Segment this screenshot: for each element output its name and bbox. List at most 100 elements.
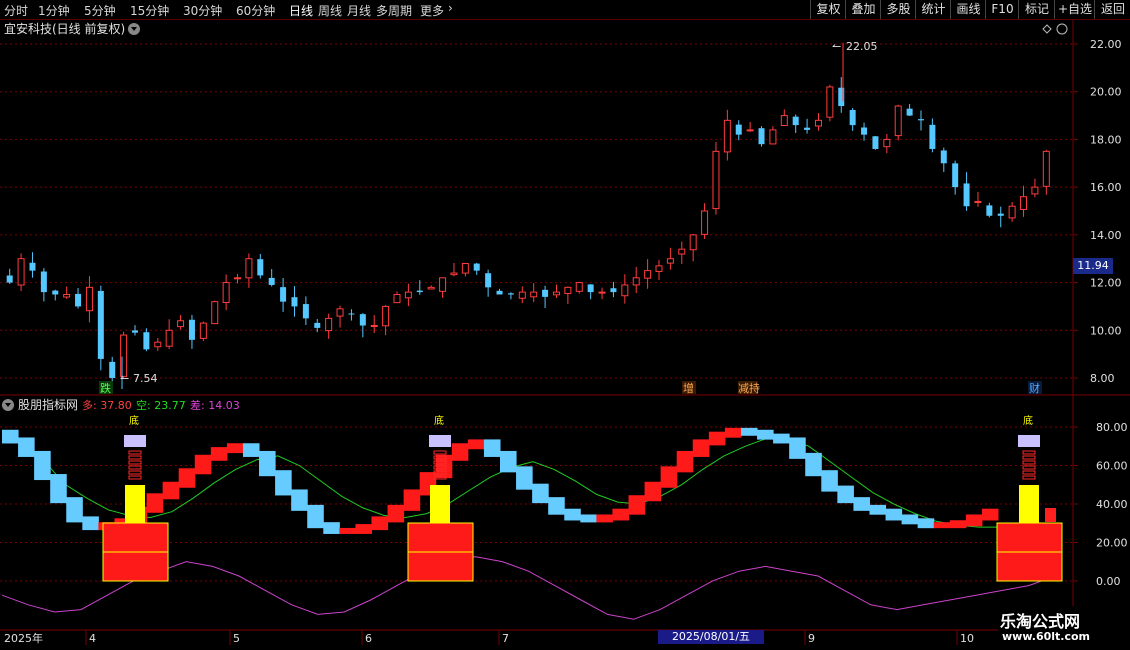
duo-step	[307, 504, 324, 529]
more-chevron-icon[interactable]: ›	[448, 1, 453, 15]
candle-body	[29, 262, 36, 271]
duo-step	[194, 454, 212, 475]
candle-body	[1042, 150, 1050, 187]
duo-step	[18, 437, 35, 457]
period-tab-60min[interactable]: 60分钟	[236, 2, 275, 19]
candle-body	[257, 259, 264, 276]
price-tick-label: 12.00	[1090, 277, 1122, 290]
candlestick-series	[6, 42, 1050, 389]
duo-step	[178, 468, 196, 488]
add-watchlist-button[interactable]: +自选	[1054, 0, 1095, 19]
period-tab-more[interactable]: 更多	[420, 2, 444, 19]
candle-body	[746, 129, 754, 132]
duo-step	[789, 437, 806, 459]
period-tab-weekly[interactable]: 周线	[318, 2, 342, 19]
event-marker-jianchi[interactable]: 减持	[738, 381, 760, 395]
candle-body	[199, 322, 207, 339]
signal-blocks: 底底底	[102, 414, 1063, 582]
signal-stack-tick	[128, 450, 142, 455]
duo-step	[628, 495, 646, 515]
duo-step	[564, 508, 581, 521]
candle-body	[952, 163, 959, 188]
candle-body	[814, 119, 822, 127]
signal-cap	[124, 435, 146, 447]
signal-label: 底	[129, 414, 139, 427]
title-dropdown-icon[interactable]	[128, 23, 140, 35]
duo-step	[532, 483, 549, 504]
event-marker-jianchi-label: 减持	[738, 381, 760, 395]
candle-body	[370, 325, 378, 328]
signal-label: 底	[434, 414, 444, 427]
indicator-dropdown-icon[interactable]	[2, 399, 14, 411]
back-button[interactable]: 返回	[1094, 0, 1130, 19]
draw-line-button[interactable]: 画线	[950, 0, 986, 19]
indicator-tick-label: 20.00	[1096, 537, 1128, 550]
candle-body	[473, 263, 480, 271]
kong-line	[1, 436, 1000, 528]
statistics-button[interactable]: 统计	[915, 0, 951, 19]
indicator-axis-labels: 80.00 60.00 40.00 20.00 0.00	[1073, 421, 1128, 588]
period-tab-multi[interactable]: 多周期	[376, 2, 412, 19]
candle-body	[348, 313, 355, 315]
period-tab-daily[interactable]: 日线	[289, 2, 313, 19]
candle-body	[280, 287, 287, 302]
event-marker-cai[interactable]: 财	[1028, 381, 1042, 395]
signal-stack-tick	[128, 455, 142, 460]
time-label-may: 5	[233, 632, 240, 645]
low-price-label: 7.54	[133, 372, 158, 385]
multi-stock-button[interactable]: 多股	[880, 0, 916, 19]
period-tab-5min[interactable]: 5分钟	[84, 2, 116, 19]
candle-body	[177, 320, 185, 328]
overlay-button[interactable]: 叠加	[845, 0, 881, 19]
duo-step	[259, 450, 276, 477]
candle-body	[416, 290, 423, 293]
high-price-label: 22.05	[846, 40, 878, 53]
candle-body	[302, 304, 309, 319]
duo-step	[451, 443, 469, 461]
candle-body	[165, 329, 173, 347]
candle-body	[689, 234, 697, 251]
panel-menu-icon[interactable]	[1056, 23, 1068, 35]
duo-step	[291, 489, 308, 511]
indicator-tick-label: 0.00	[1096, 575, 1121, 588]
candle-body	[461, 262, 469, 274]
candle-body	[826, 86, 834, 118]
period-tab-1min[interactable]: 1分钟	[38, 2, 70, 19]
period-tab-30min[interactable]: 30分钟	[183, 2, 222, 19]
period-tab-fenshi[interactable]: 分时	[4, 2, 28, 19]
period-tab-monthly[interactable]: 月线	[347, 2, 371, 19]
duo-step	[516, 466, 533, 490]
mark-button[interactable]: 标记	[1018, 0, 1055, 19]
candle-body	[85, 286, 93, 312]
candle-body	[598, 291, 606, 294]
candle-body	[701, 210, 709, 235]
candle-body	[291, 297, 298, 307]
diamond-icon[interactable]	[1042, 24, 1052, 34]
event-marker-zeng[interactable]: 增	[682, 381, 696, 395]
candle-body	[552, 291, 560, 296]
event-marker-die[interactable]: 跌	[99, 381, 113, 395]
candle-body	[575, 282, 583, 292]
candle-body	[222, 282, 230, 303]
signal-stack-tick	[1022, 450, 1036, 455]
signal-stack-tick	[1022, 475, 1036, 480]
candle-body	[678, 248, 686, 255]
candle-body	[587, 284, 594, 293]
duo-step	[483, 439, 501, 457]
signal-cap	[1018, 435, 1040, 447]
period-toolbar: 分时 1分钟 5分钟 15分钟 30分钟 60分钟 日线 周线 月线 多周期 更…	[0, 0, 1130, 20]
f10-button[interactable]: F10	[985, 0, 1019, 19]
duo-step	[82, 516, 99, 531]
candle-body	[325, 317, 333, 332]
period-tab-15min[interactable]: 15分钟	[130, 2, 169, 19]
candle-body	[780, 115, 788, 127]
candle-body	[496, 290, 503, 295]
fuquan-button[interactable]: 复权	[810, 0, 846, 19]
low-arrow-icon: ↼	[120, 372, 129, 385]
main-grid	[0, 43, 1073, 379]
signal-label: 底	[1023, 414, 1033, 427]
duo-step	[339, 527, 356, 534]
candle-body	[929, 124, 936, 149]
signal-stack-tick	[128, 465, 142, 470]
candle-body	[974, 200, 982, 203]
